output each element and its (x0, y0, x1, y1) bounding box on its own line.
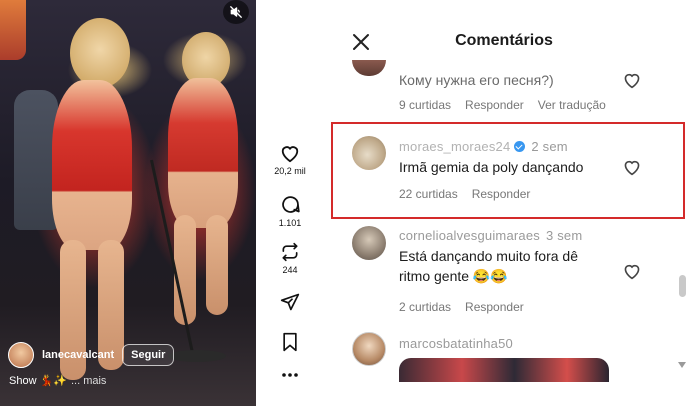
comment-username-row: marcosbatatinha50 (399, 336, 513, 351)
scrollbar-thumb[interactable] (679, 275, 686, 297)
reply-link[interactable]: Responder (465, 98, 524, 112)
reposts-count: 244 (282, 265, 298, 275)
comment-time: 3 sem (545, 228, 583, 243)
repost-icon[interactable] (280, 242, 300, 262)
reply-link[interactable]: Responder (472, 187, 531, 201)
comment-username-row: cornelioalvesguimaraes 3 sem (399, 228, 582, 243)
comment-bubble-icon[interactable] (280, 194, 301, 215)
comment-text: Irmã gemia da poly dançando (399, 159, 584, 175)
author-name[interactable]: lanecavalcant (42, 349, 114, 361)
likes-count: 20,2 mil (274, 166, 306, 176)
follow-button[interactable]: Seguir (122, 344, 175, 366)
comment-username[interactable]: cornelioalvesguimaraes (399, 228, 540, 243)
comment-item-highlighted: moraes_moraes24 2 sem Irmã gemia da poly … (324, 132, 680, 222)
translate-link[interactable]: Ver tradução (538, 98, 606, 112)
comment-meta: 22 curtidas Responder (399, 187, 530, 201)
comment-heart-icon[interactable] (622, 158, 642, 176)
reel-video[interactable]: lanecavalcant Seguir Show 💃✨ ... mais (0, 0, 256, 406)
comment-username[interactable]: marcosbatatinha50 (399, 336, 513, 351)
comment-avatar[interactable] (352, 332, 386, 366)
comment-item: marcosbatatinha50 (324, 328, 680, 396)
comments-count: 1.101 (278, 218, 302, 228)
more-dots-icon[interactable] (281, 372, 299, 378)
dancer-2-leg (174, 215, 196, 325)
paper-plane-icon[interactable] (280, 292, 300, 312)
dancer-2-body (168, 78, 238, 228)
verified-badge-icon (514, 141, 526, 152)
caption-text: Show 💃✨ (9, 375, 67, 387)
speaker-muted-icon (230, 6, 242, 18)
share-action (264, 292, 316, 312)
comment-image-preview[interactable] (399, 358, 609, 382)
comment-meta: 2 curtidas Responder (399, 300, 524, 314)
stage-light (0, 0, 26, 60)
comment-avatar[interactable] (352, 226, 386, 260)
save-action (264, 332, 316, 352)
comment-likes[interactable]: 22 curtidas (399, 187, 458, 201)
author-avatar[interactable] (8, 342, 34, 368)
comments-panel: Comentários Кому нужна его песня?) 9 cur… (324, 16, 694, 396)
comment-likes[interactable]: 9 curtidas (399, 98, 451, 112)
comment-avatar[interactable] (352, 60, 386, 76)
comment-text: Está dançando muito fora dê ritmo gente … (399, 248, 579, 284)
comment-username[interactable]: moraes_moraes24 (399, 139, 510, 154)
comment-heart-icon[interactable] (622, 71, 642, 89)
comment-likes[interactable]: 2 curtidas (399, 300, 451, 314)
comment-text: Кому нужна его песня?) (399, 72, 554, 88)
reel-author: lanecavalcant Seguir (8, 342, 175, 368)
comment-item: cornelioalvesguimaraes 3 sem Está dançand… (324, 224, 680, 334)
dancer-2-leg (206, 215, 228, 315)
bookmark-icon[interactable] (281, 332, 299, 352)
like-action: 20,2 mil (264, 143, 316, 176)
repost-action: 244 (264, 242, 316, 275)
reply-link[interactable]: Responder (465, 300, 524, 314)
comment-avatar[interactable] (352, 136, 386, 170)
comment-meta: 9 curtidas Responder Ver tradução (399, 98, 606, 112)
dancer-1-body (52, 80, 132, 250)
comment-item: Кому нужна его песня?) 9 curtidas Respon… (324, 16, 680, 126)
caption-more-link[interactable]: ... mais (71, 375, 106, 387)
comment-username-row: moraes_moraes24 2 sem (399, 139, 568, 154)
comment-time: 2 sem (531, 139, 568, 154)
mute-button[interactable] (223, 0, 249, 24)
comment-action: 1.101 (264, 194, 316, 228)
scroll-down-arrow-icon[interactable] (678, 362, 686, 368)
comment-heart-icon[interactable] (622, 262, 642, 280)
reel-caption: Show 💃✨ ... mais (9, 374, 106, 388)
more-action (264, 372, 316, 378)
heart-icon[interactable] (279, 143, 301, 163)
action-rail: 20,2 mil 1.101 244 (264, 0, 316, 406)
comments-scrollbar[interactable] (677, 40, 687, 370)
mic-base (168, 350, 226, 362)
dancer-1-head (70, 18, 130, 88)
